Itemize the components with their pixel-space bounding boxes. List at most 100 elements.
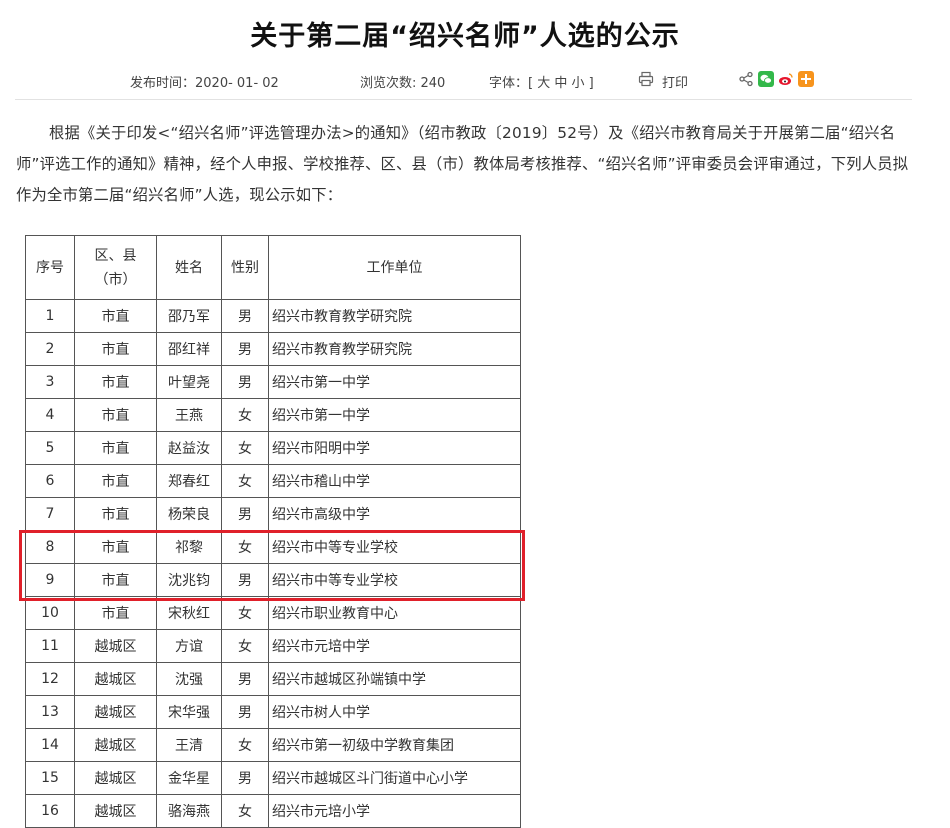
- cell-gender: 男: [221, 761, 269, 795]
- cell-district: 市直: [74, 332, 157, 366]
- cell-index: 15: [25, 761, 75, 795]
- table-header-row: 序号 区、县 （市） 姓名 性别 工作单位: [25, 235, 521, 300]
- cell-district: 越城区: [74, 629, 157, 663]
- wechat-icon[interactable]: [758, 71, 774, 87]
- cell-gender: 男: [221, 299, 269, 333]
- cell-index: 16: [25, 794, 75, 828]
- cell-district: 越城区: [74, 728, 157, 762]
- cell-gender: 女: [221, 431, 269, 465]
- cell-gender: 男: [221, 365, 269, 399]
- cell-workplace: 绍兴市越城区孙端镇中学: [268, 662, 521, 696]
- cell-district: 市直: [74, 398, 157, 432]
- font-size-selector[interactable]: 字体：[ 大 中 小 ]: [489, 72, 594, 91]
- cell-index: 10: [25, 596, 75, 630]
- cell-gender: 男: [221, 662, 269, 696]
- cell-workplace: 绍兴市第一初级中学教育集团: [268, 728, 521, 762]
- cell-index: 5: [25, 431, 75, 465]
- table-row: 12 越城区 沈强男绍兴市越城区孙端镇中学: [25, 662, 521, 696]
- article-body: 根据《关于印发<“绍兴名师”评选管理办法>的通知》（绍市教政〔2019〕52号）…: [16, 124, 909, 204]
- table-row: 6 市直 郑春红女绍兴市稽山中学: [25, 464, 521, 498]
- cell-gender: 女: [221, 398, 269, 432]
- cell-name: 叶望尧: [156, 365, 222, 399]
- table-row: 7 市直 杨荣良男绍兴市高级中学: [25, 497, 521, 531]
- publish-date: 发布时间：2020- 01- 02: [130, 76, 279, 91]
- cell-gender: 女: [221, 596, 269, 630]
- cell-name: 郑春红: [156, 464, 222, 498]
- highlight-box: [19, 530, 525, 601]
- header-district: 区、县 （市）: [74, 235, 157, 300]
- cell-name: 邵乃军: [156, 299, 222, 333]
- table-row: 16 越城区 骆海燕女绍兴市元培小学: [25, 794, 521, 828]
- table-row: 2 市直 邵红祥男绍兴市教育教学研究院: [25, 332, 521, 366]
- cell-index: 4: [25, 398, 75, 432]
- cell-index: 11: [25, 629, 75, 663]
- cell-gender: 男: [221, 497, 269, 531]
- cell-gender: 男: [221, 332, 269, 366]
- share-bar: [738, 71, 814, 87]
- print-link[interactable]: 打印: [662, 72, 688, 91]
- cell-workplace: 绍兴市高级中学: [268, 497, 521, 531]
- cell-workplace: 绍兴市树人中学: [268, 695, 521, 729]
- cell-workplace: 绍兴市教育教学研究院: [268, 299, 521, 333]
- cell-district: 市直: [74, 464, 157, 498]
- share-icon[interactable]: [738, 71, 754, 87]
- printer-icon[interactable]: [638, 71, 654, 91]
- cell-workplace: 绍兴市越城区斗门街道中心小学: [268, 761, 521, 795]
- cell-name: 宋秋红: [156, 596, 222, 630]
- cell-index: 14: [25, 728, 75, 762]
- cell-gender: 女: [221, 629, 269, 663]
- table-row: 5 市直 赵益汝女绍兴市阳明中学: [25, 431, 521, 465]
- cell-index: 2: [25, 332, 75, 366]
- cell-workplace: 绍兴市第一中学: [268, 365, 521, 399]
- cell-district: 市直: [74, 365, 157, 399]
- divider: [15, 99, 912, 100]
- cell-district: 越城区: [74, 761, 157, 795]
- view-count: 浏览次数: 240: [360, 76, 446, 91]
- cell-gender: 女: [221, 728, 269, 762]
- cell-index: 3: [25, 365, 75, 399]
- cell-workplace: 绍兴市元培小学: [268, 794, 521, 828]
- cell-index: 6: [25, 464, 75, 498]
- table-row: 1 市直 邵乃军男绍兴市教育教学研究院: [25, 299, 521, 333]
- cell-gender: 女: [221, 464, 269, 498]
- cell-name: 宋华强: [156, 695, 222, 729]
- table-row: 10 市直 宋秋红女绍兴市职业教育中心: [25, 596, 521, 630]
- cell-district: 越城区: [74, 695, 157, 729]
- header-workplace: 工作单位: [268, 235, 521, 300]
- table-row: 11 越城区 方谊女绍兴市元培中学: [25, 629, 521, 663]
- weibo-icon[interactable]: [778, 71, 794, 87]
- cell-workplace: 绍兴市职业教育中心: [268, 596, 521, 630]
- cell-index: 12: [25, 662, 75, 696]
- cell-name: 方谊: [156, 629, 222, 663]
- more-share-icon[interactable]: [798, 71, 814, 87]
- cell-district: 越城区: [74, 794, 157, 828]
- table-row: 13 越城区 宋华强男绍兴市树人中学: [25, 695, 521, 729]
- header-index: 序号: [25, 235, 75, 300]
- cell-workplace: 绍兴市阳明中学: [268, 431, 521, 465]
- cell-name: 王清: [156, 728, 222, 762]
- cell-index: 13: [25, 695, 75, 729]
- article-title: 关于第二届“绍兴名师”人选的公示: [250, 21, 680, 52]
- table-row: 3 市直 叶望尧男绍兴市第一中学: [25, 365, 521, 399]
- cell-name: 骆海燕: [156, 794, 222, 828]
- cell-workplace: 绍兴市第一中学: [268, 398, 521, 432]
- cell-district: 市直: [74, 596, 157, 630]
- cell-name: 杨荣良: [156, 497, 222, 531]
- cell-index: 7: [25, 497, 75, 531]
- cell-gender: 女: [221, 794, 269, 828]
- cell-district: 越城区: [74, 662, 157, 696]
- cell-gender: 男: [221, 695, 269, 729]
- table-row: 4 市直 王燕女绍兴市第一中学: [25, 398, 521, 432]
- cell-name: 沈强: [156, 662, 222, 696]
- cell-name: 金华星: [156, 761, 222, 795]
- cell-name: 赵益汝: [156, 431, 222, 465]
- cell-district: 市直: [74, 431, 157, 465]
- table-row: 14 越城区 王清女绍兴市第一初级中学教育集团: [25, 728, 521, 762]
- cell-district: 市直: [74, 497, 157, 531]
- header-name: 姓名: [156, 235, 222, 300]
- cell-district: 市直: [74, 299, 157, 333]
- cell-workplace: 绍兴市稽山中学: [268, 464, 521, 498]
- header-gender: 性别: [221, 235, 269, 300]
- cell-workplace: 绍兴市元培中学: [268, 629, 521, 663]
- cell-workplace: 绍兴市教育教学研究院: [268, 332, 521, 366]
